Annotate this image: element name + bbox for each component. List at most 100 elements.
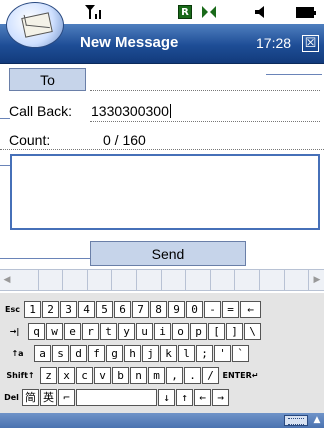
r-badge-icon: R [178, 5, 192, 19]
key-2-3[interactable]: d [70, 345, 87, 362]
clock-time: 17:28 [256, 35, 292, 51]
count-value: 0 / 160 [103, 132, 146, 148]
key-2-5[interactable]: g [106, 345, 123, 362]
to-button[interactable]: To [9, 68, 86, 91]
key-0-5[interactable]: 5 [96, 301, 113, 318]
key-2-12[interactable]: ` [232, 345, 249, 362]
key-3-4[interactable]: v [94, 367, 111, 384]
key-4-7[interactable]: ← [194, 389, 211, 406]
key-2-6[interactable]: h [124, 345, 141, 362]
key-1-1[interactable]: q [28, 323, 45, 340]
key-0-7[interactable]: 7 [132, 301, 149, 318]
key-0-10[interactable]: 0 [186, 301, 203, 318]
bottom-bar [0, 413, 324, 428]
signal-strength-icon [80, 3, 110, 21]
candidate-cell[interactable] [186, 270, 211, 290]
key-1-11[interactable]: [ [208, 323, 225, 340]
key-0-4[interactable]: 4 [78, 301, 95, 318]
key-0-13[interactable]: ← [240, 301, 261, 318]
key-0-1[interactable]: 1 [24, 301, 41, 318]
key-2-4[interactable]: f [88, 345, 105, 362]
key-3-5[interactable]: b [112, 367, 129, 384]
to-pointer-line [266, 74, 322, 75]
send-button[interactable]: Send [90, 241, 246, 266]
key-1-9[interactable]: o [172, 323, 189, 340]
key-0-9[interactable]: 9 [168, 301, 185, 318]
key-4-4[interactable] [76, 389, 157, 406]
key-1-0[interactable]: →| [2, 323, 27, 340]
key-4-3[interactable]: ⌐ [58, 389, 75, 406]
key-3-6[interactable]: n [130, 367, 147, 384]
key-2-1[interactable]: a [34, 345, 51, 362]
candidate-cell[interactable] [260, 270, 285, 290]
callback-field[interactable]: 1330300300 [91, 103, 171, 119]
key-2-7[interactable]: j [142, 345, 159, 362]
key-1-5[interactable]: t [100, 323, 117, 340]
key-2-0[interactable]: ↑a [2, 345, 33, 362]
key-0-11[interactable]: - [204, 301, 221, 318]
key-1-7[interactable]: u [136, 323, 153, 340]
candidate-cell[interactable] [162, 270, 187, 290]
message-textarea[interactable] [10, 154, 320, 230]
candidate-cell[interactable] [14, 270, 39, 290]
key-3-7[interactable]: m [148, 367, 165, 384]
key-4-5[interactable]: ↓ [158, 389, 175, 406]
key-2-11[interactable]: ' [214, 345, 231, 362]
key-3-3[interactable]: c [76, 367, 93, 384]
key-1-10[interactable]: p [190, 323, 207, 340]
key-1-6[interactable]: y [118, 323, 135, 340]
key-1-3[interactable]: e [64, 323, 81, 340]
key-3-1[interactable]: z [40, 367, 57, 384]
key-0-12[interactable]: = [222, 301, 239, 318]
key-4-8[interactable]: → [212, 389, 229, 406]
key-0-0[interactable]: Esc [2, 301, 23, 318]
key-4-2[interactable]: 英 [40, 389, 57, 406]
key-3-10[interactable]: / [202, 367, 219, 384]
candidate-cell[interactable] [39, 270, 64, 290]
key-1-12[interactable]: ] [226, 323, 243, 340]
key-3-8[interactable]: , [166, 367, 183, 384]
to-field[interactable] [90, 90, 320, 91]
key-1-8[interactable]: i [154, 323, 171, 340]
up-arrow-icon[interactable]: ▲ [311, 413, 323, 427]
key-2-9[interactable]: l [178, 345, 195, 362]
key-4-0[interactable]: Del [2, 389, 21, 406]
key-1-2[interactable]: w [46, 323, 63, 340]
candidate-cell[interactable] [137, 270, 162, 290]
key-2-2[interactable]: s [52, 345, 69, 362]
envelope-app-icon[interactable] [6, 2, 64, 48]
battery-icon [296, 7, 316, 18]
close-icon[interactable]: ☒ [302, 35, 319, 52]
key-4-1[interactable]: 简 [22, 389, 39, 406]
speaker-icon[interactable] [252, 3, 270, 21]
key-1-4[interactable]: r [82, 323, 99, 340]
candidate-bar[interactable]: ◀ ▶ [0, 269, 324, 291]
candidate-cell[interactable] [285, 270, 310, 290]
count-label: Count: [9, 132, 51, 148]
key-0-8[interactable]: 8 [150, 301, 167, 318]
candidate-right-arrow-icon[interactable]: ▶ [310, 270, 324, 290]
candidate-cell[interactable] [235, 270, 260, 290]
candidate-left-arrow-icon[interactable]: ◀ [0, 270, 14, 290]
key-0-3[interactable]: 3 [60, 301, 77, 318]
key-1-13[interactable]: \ [244, 323, 261, 340]
count-underline [0, 149, 324, 150]
callback-pointer-line [0, 118, 10, 119]
key-2-10[interactable]: ; [196, 345, 213, 362]
candidate-cell[interactable] [112, 270, 137, 290]
candidate-cell[interactable] [88, 270, 113, 290]
key-4-6[interactable]: ↑ [176, 389, 193, 406]
key-2-8[interactable]: k [160, 345, 177, 362]
key-0-2[interactable]: 2 [42, 301, 59, 318]
microphone-icon [200, 3, 218, 21]
key-3-9[interactable]: . [184, 367, 201, 384]
key-3-11[interactable]: ENTER↵ [220, 367, 261, 384]
key-0-6[interactable]: 6 [114, 301, 131, 318]
message-pointer-line [0, 165, 10, 166]
key-3-0[interactable]: Shift↑ [2, 367, 39, 384]
keyboard-toggle-icon[interactable] [284, 415, 308, 426]
callback-label: Call Back: [9, 103, 73, 119]
key-3-2[interactable]: x [58, 367, 75, 384]
candidate-cell[interactable] [211, 270, 236, 290]
candidate-cell[interactable] [63, 270, 88, 290]
